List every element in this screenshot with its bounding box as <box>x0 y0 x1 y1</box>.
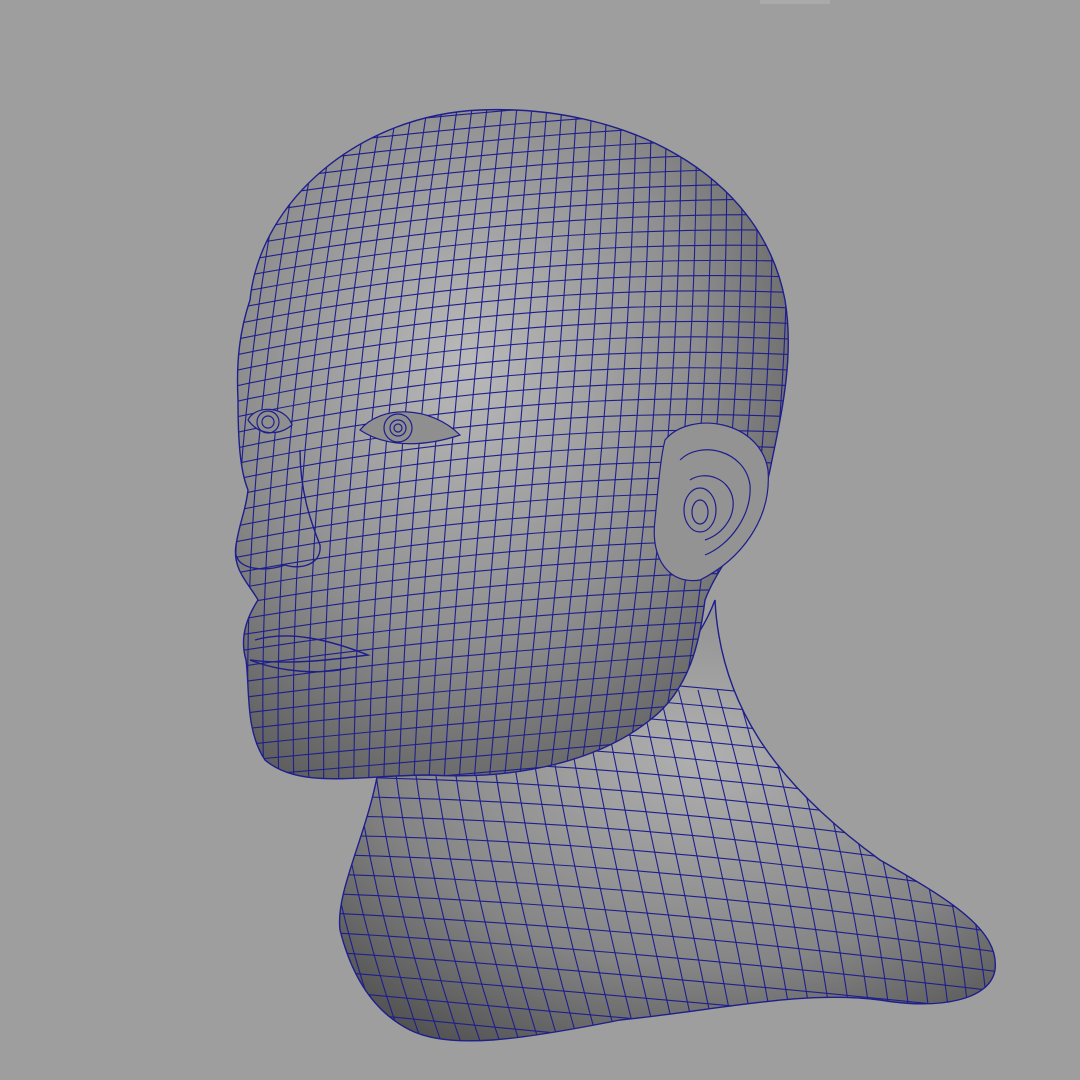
ear-mesh <box>653 422 769 582</box>
3d-viewport[interactable] <box>0 0 1080 1080</box>
head-mesh-icon[interactable] <box>0 0 1080 1080</box>
